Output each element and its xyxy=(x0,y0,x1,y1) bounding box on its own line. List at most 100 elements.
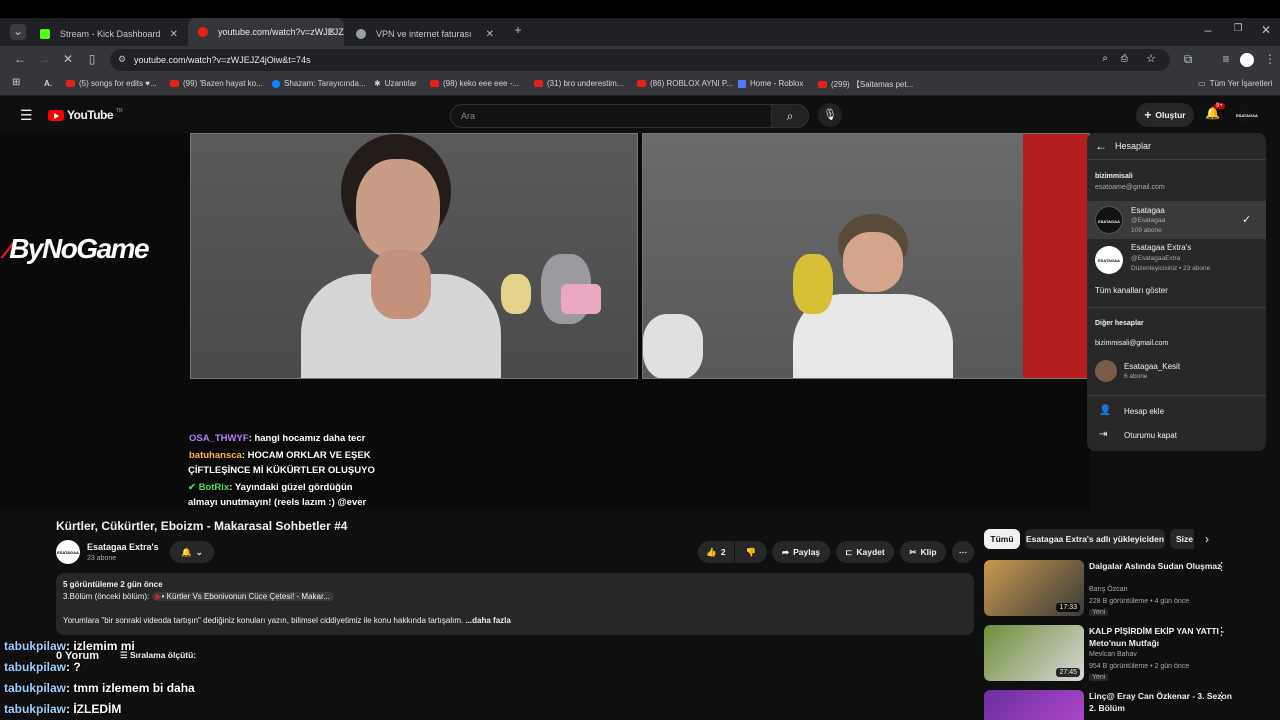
account-item-esatagaa[interactable]: ESATAGAA Esatagaa @Esatagaa 109 abone ✓ xyxy=(1087,201,1266,239)
bookmark-star-icon[interactable]: ☆ xyxy=(1146,52,1156,65)
profile-avatar[interactable] xyxy=(1240,53,1254,67)
tab-list-chevron-icon[interactable]: ⌄ xyxy=(10,24,26,40)
youtube-logo[interactable]: YouTube TR xyxy=(48,108,123,122)
more-actions-button[interactable]: ⋯ xyxy=(952,541,974,563)
back-arrow-icon[interactable]: ← xyxy=(12,52,28,66)
recommendation-item[interactable]: 27:45 KALP PİŞİRDİM EKİP YAN YATTI - Met… xyxy=(984,625,1274,685)
subscriber-count: 23 abone xyxy=(87,555,117,562)
back-arrow-icon[interactable]: ← xyxy=(1095,139,1107,153)
youtube-icon xyxy=(66,80,75,87)
bookmark-item[interactable]: ✱ Uzantılar xyxy=(374,79,417,88)
voice-search-mic-icon[interactable]: 🎙 xyxy=(818,103,842,127)
search-input[interactable]: Ara xyxy=(450,104,772,128)
more-vertical-icon[interactable]: ⋮ xyxy=(1216,690,1227,703)
zoom-icon[interactable]: ⌕ xyxy=(1102,53,1108,64)
new-tab-plus-icon[interactable]: + xyxy=(510,23,526,37)
apps-grid-icon[interactable]: ⊞ xyxy=(12,77,20,88)
roblox-icon xyxy=(738,79,746,88)
rec-channel[interactable]: Mevlcan Bahav xyxy=(1089,651,1137,658)
channel-avatar: ESATAGAA xyxy=(1095,206,1123,234)
sidebar-toggle-icon[interactable]: ▯ xyxy=(84,52,100,66)
browser-tab-bar: ⌄ Stream - Kick Dashboard ✕ youtube.com/… xyxy=(0,0,1280,46)
close-tab-icon[interactable]: ✕ xyxy=(328,27,336,38)
thumbs-down-icon: 👎 xyxy=(745,546,757,557)
bookmark-item[interactable]: (86) ROBLOX AYNI P... xyxy=(637,79,733,88)
description-box[interactable]: 5 görüntüleme 2 gün önce 3.Bölüm (önceki… xyxy=(56,573,974,635)
close-window-icon[interactable]: ✕ xyxy=(1258,23,1274,37)
subscription-bell-button[interactable]: 🔔 ⌄ xyxy=(170,541,214,563)
tab-vpn[interactable]: VPN ve internet faturası ✕ xyxy=(346,22,502,46)
all-bookmarks[interactable]: ▭ Tüm Yer İşaretleri xyxy=(1198,79,1272,88)
stream-chat-line: batuhansca: HOCAM ORKLAR VE EŞEK xyxy=(189,450,371,461)
url-field[interactable]: ⚙ youtube.com/watch?v=zWJEJZ4jOiw&t=74s … xyxy=(110,49,1170,71)
video-player[interactable]: ⁄ByNoGame OSA_THWYF: hangi hocamız daha … xyxy=(0,133,1090,511)
tab-kick-dashboard[interactable]: Stream - Kick Dashboard ✕ xyxy=(30,22,186,46)
rec-channel[interactable]: Barış Özcan xyxy=(1089,586,1128,593)
bookmark-item[interactable]: Home - Roblox xyxy=(738,79,803,88)
bookmark-item[interactable]: (99) 'Bazen hayat ko... xyxy=(170,79,263,88)
forward-arrow-icon[interactable]: → xyxy=(36,52,52,66)
video-thumbnail[interactable] xyxy=(984,690,1084,720)
show-all-channels-link[interactable]: Tüm kanalları göster xyxy=(1095,286,1168,295)
duration-badge: 27:45 xyxy=(1056,668,1080,677)
more-vertical-icon[interactable]: ⋮ xyxy=(1216,625,1227,638)
tab-title: Stream - Kick Dashboard xyxy=(60,29,161,39)
more-horizontal-icon: ⋯ xyxy=(958,546,968,557)
account-item-esatagaa-kesit[interactable]: Esatagaa_Kesit 6 abone xyxy=(1087,358,1266,386)
video-thumbnail[interactable]: 27:45 xyxy=(984,625,1084,681)
helmet xyxy=(643,314,703,378)
minimize-icon[interactable]: – xyxy=(1200,23,1216,37)
scissors-icon: ✂ xyxy=(909,546,917,557)
account-avatar[interactable]: ESATAGAA xyxy=(1236,105,1258,125)
search-icon[interactable]: ⌕ xyxy=(771,104,809,128)
rec-meta: 228 B görüntüleme • 4 gün önce xyxy=(1089,598,1190,605)
add-account-button[interactable]: 👤 Hesap ekle xyxy=(1087,403,1266,423)
person-figure xyxy=(301,134,501,378)
plush-toys xyxy=(501,244,621,334)
bookmark-item[interactable]: (299) 【Saitamas pet... xyxy=(818,79,913,90)
chevron-right-icon[interactable]: › xyxy=(1205,532,1209,546)
previous-episode-link[interactable]: ▶• Kürtler Vs Ebonivonun Cüce Çetesi! - … xyxy=(151,592,334,601)
kick-chat-line: tabukpilaw: tmm izlemem bi daha xyxy=(4,681,195,695)
account-item-esatagaa-extras[interactable]: ESATAGAA Esatagaa Extra's @EsatagaaExtra… xyxy=(1087,241,1266,279)
recommendation-item[interactable]: 17:33 Dalgalar Aslında Sudan Oluşmaz Bar… xyxy=(984,560,1274,620)
like-button[interactable]: 👍 2 xyxy=(698,541,734,563)
bookmark-item[interactable]: (31) bro underestim... xyxy=(534,79,623,88)
recommendation-item[interactable]: Linç@ Eray Can Özkenar - 3. Sezon 2. Böl… xyxy=(984,690,1274,720)
hamburger-menu-icon[interactable]: ☰ xyxy=(20,107,33,124)
checkmark-icon: ✓ xyxy=(1242,214,1252,226)
stop-loading-icon[interactable]: ✕ xyxy=(60,52,76,66)
chip-for-you[interactable]: Size xyxy=(1170,529,1194,549)
kebab-menu-icon[interactable]: ⋮ xyxy=(1262,52,1278,66)
channel-avatar[interactable]: ESATAGAA xyxy=(56,540,80,564)
chip-all[interactable]: Tümü xyxy=(984,529,1020,549)
clip-button[interactable]: ✂ Klip xyxy=(900,541,946,563)
install-icon[interactable]: ⎙ xyxy=(1121,53,1128,64)
youtube-icon xyxy=(430,80,439,87)
channel-name[interactable]: Esatagaa Extra's xyxy=(87,542,159,552)
video-thumbnail[interactable]: 17:33 xyxy=(984,560,1084,616)
tab-youtube[interactable]: youtube.com/watch?v=zWJEJZ ✕ xyxy=(188,18,344,46)
maximize-icon[interactable]: ❐ xyxy=(1230,23,1246,34)
bookmark-item[interactable]: Shazam: Tarayıcında... xyxy=(272,79,366,88)
media-controls-icon[interactable]: ≡ xyxy=(1218,52,1234,66)
close-tab-icon[interactable]: ✕ xyxy=(170,29,178,40)
dislike-button[interactable]: 👎 xyxy=(735,541,767,563)
close-tab-icon[interactable]: ✕ xyxy=(486,29,494,40)
chip-from-uploader[interactable]: Esatagaa Extra's adlı yükleyiciden xyxy=(1025,529,1165,549)
bookmark-item[interactable]: (5) songs for edits ♥... xyxy=(66,79,157,88)
show-more-link[interactable]: ...daha fazla xyxy=(465,616,510,625)
share-button[interactable]: ➦ Paylaş xyxy=(772,541,830,563)
save-button[interactable]: ⊏ Kaydet xyxy=(836,541,894,563)
extensions-puzzle-icon[interactable]: ⧉ xyxy=(1180,52,1196,67)
bookmark-item[interactable]: (98) keko eee eee -... xyxy=(430,79,519,88)
sign-out-button[interactable]: ⇥ Oturumu kapat xyxy=(1087,427,1266,447)
divider xyxy=(1087,307,1266,308)
site-info-icon[interactable]: ⚙ xyxy=(118,54,126,65)
create-button[interactable]: + Oluştur xyxy=(1136,103,1194,127)
more-vertical-icon[interactable]: ⋮ xyxy=(1216,560,1227,573)
bookmark-a-icon[interactable]: A. xyxy=(44,79,52,88)
stream-chat-line: almayı unutmayın! (reels lazım :) @ever xyxy=(188,497,367,508)
description-body: Yorumlara "bir sonraki videoda tartışın"… xyxy=(63,616,511,625)
youtube-icon xyxy=(818,81,827,88)
